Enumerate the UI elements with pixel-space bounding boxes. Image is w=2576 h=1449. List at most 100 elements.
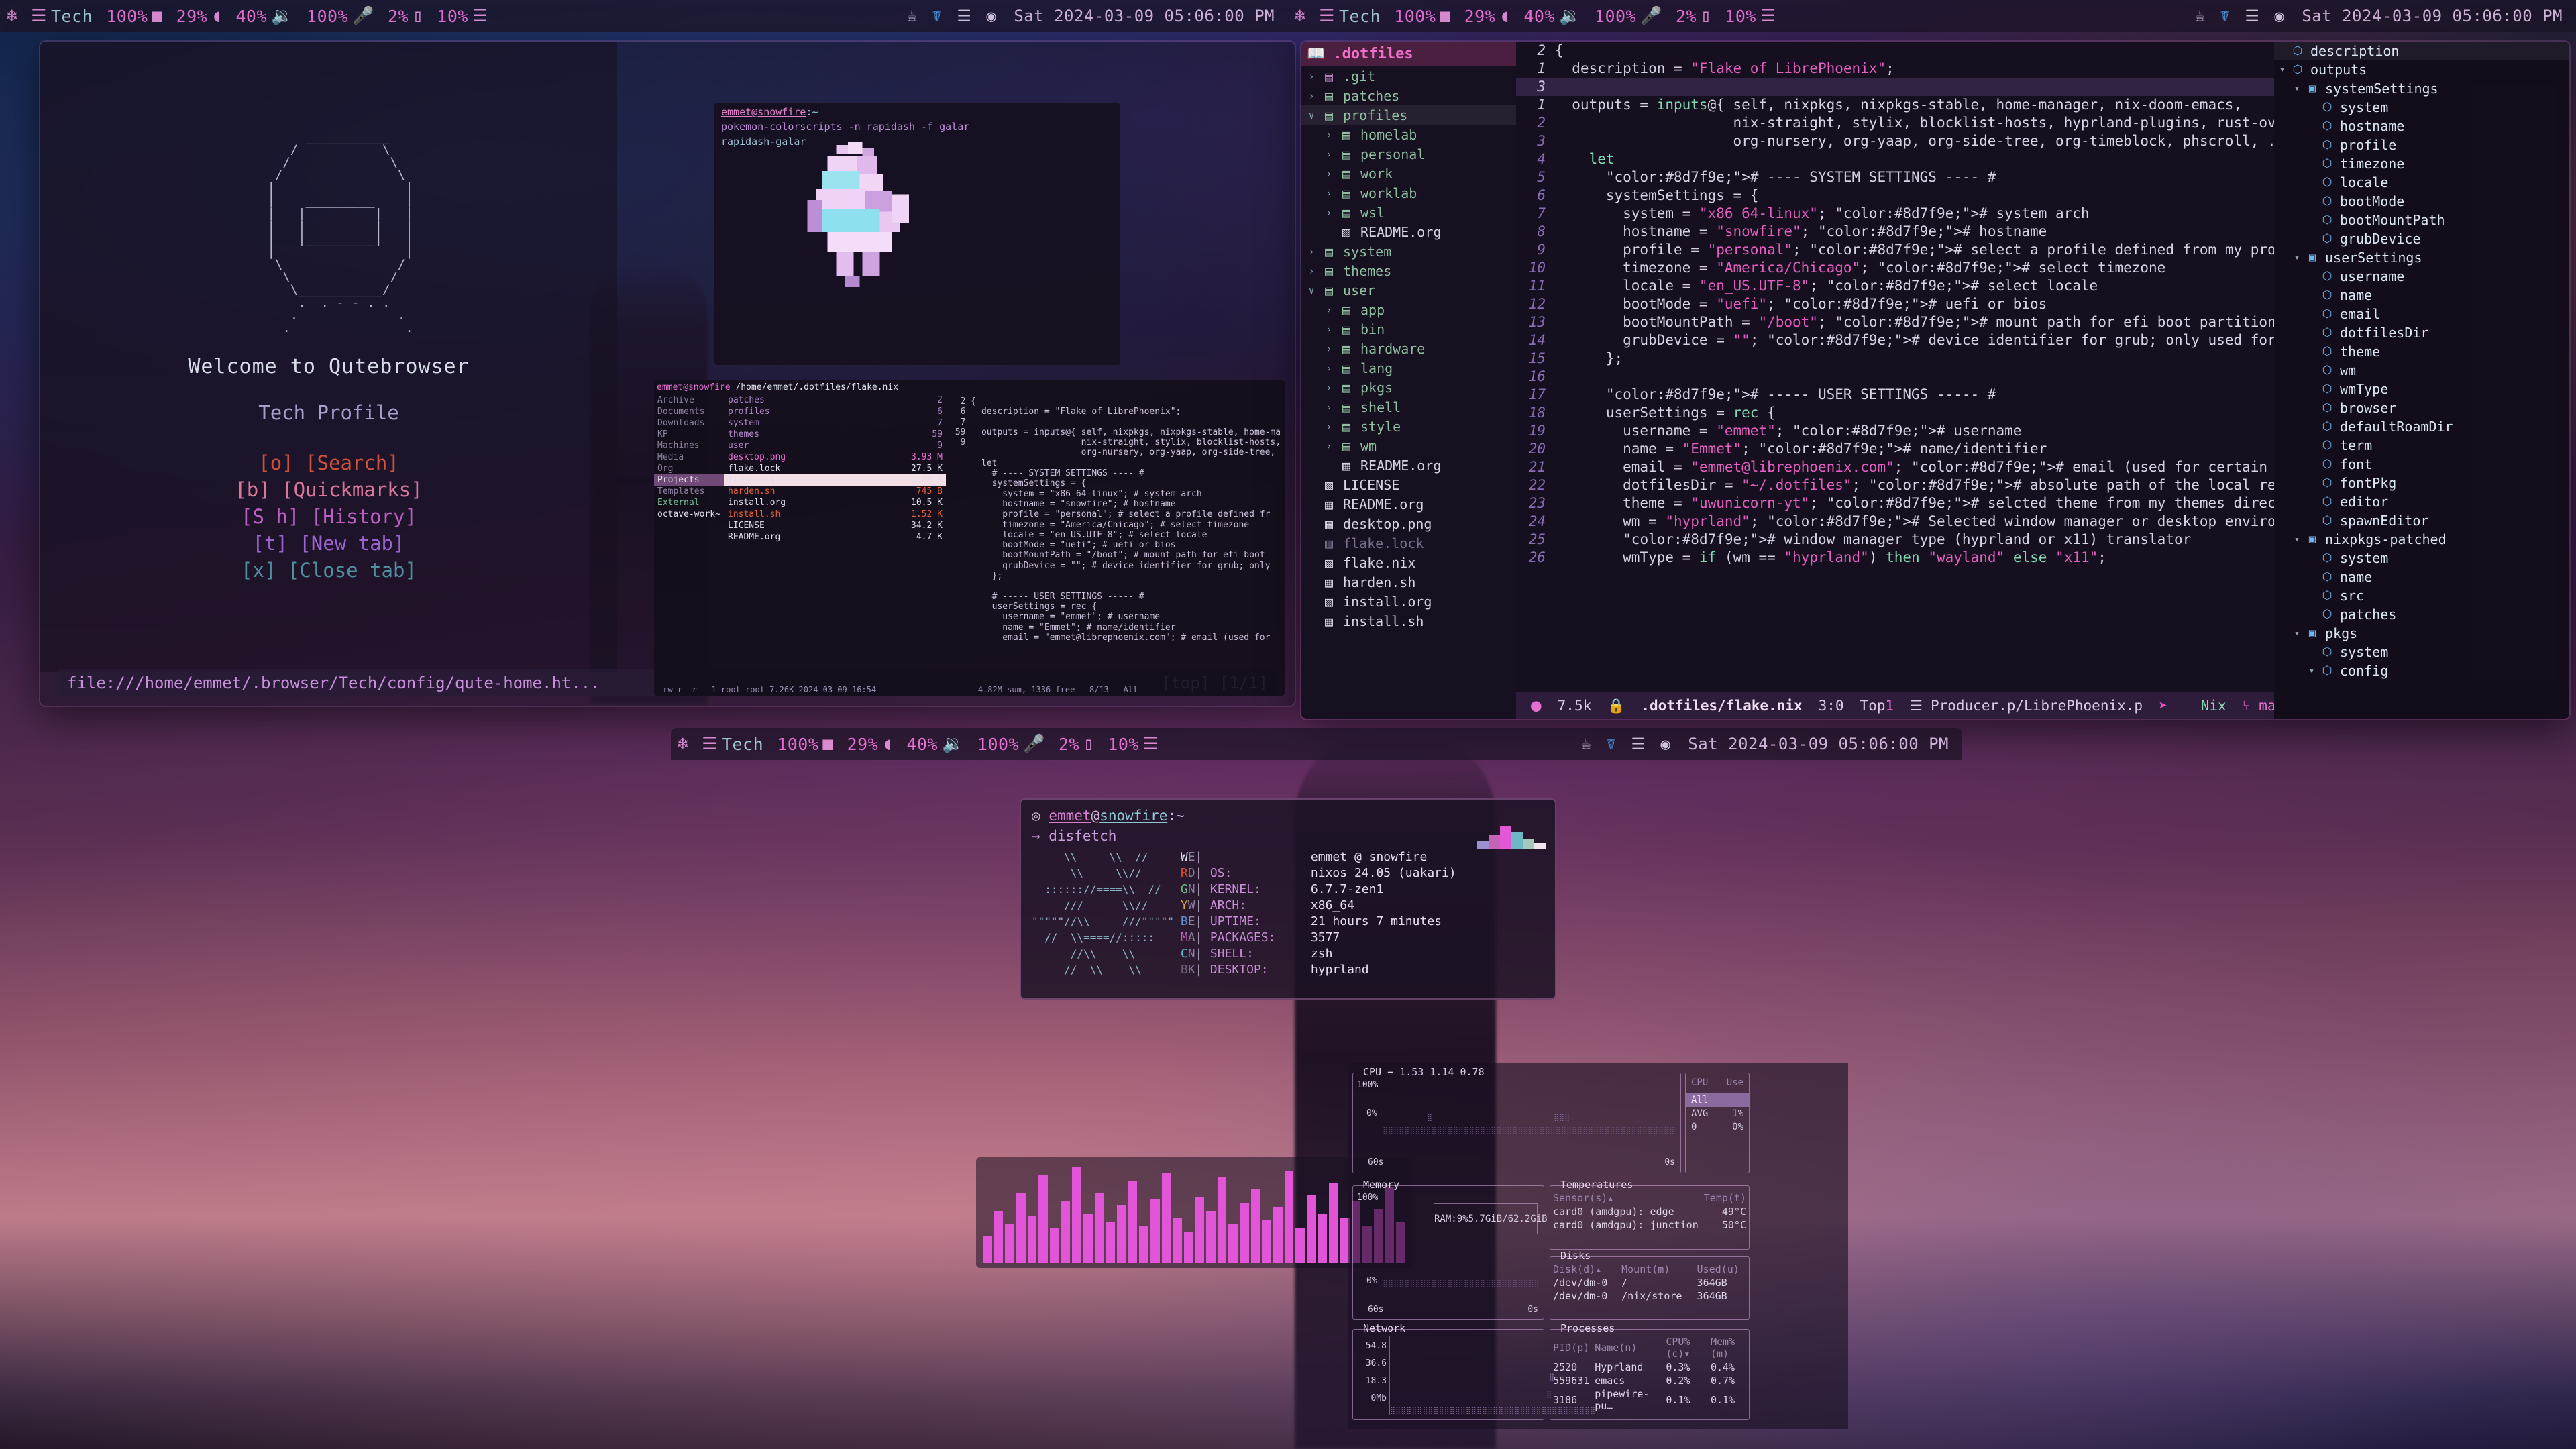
nvim-tree-item[interactable]: › ▤ .git xyxy=(1301,66,1516,86)
neovim-window[interactable]: 📖 .dotfiles › ▤ .git › ▤ patches ∨ ▤ profiles › ▤ h… xyxy=(1301,42,2569,719)
nvim-outline-item[interactable]: ▾ ▣ systemSettings xyxy=(2274,79,2569,98)
nixos-logo-3[interactable]: ❄ xyxy=(671,735,695,753)
nvim-tree-item[interactable]: › ▤ worklab xyxy=(1301,183,1516,203)
system-tray-2[interactable]: ☕ ☤ ☰ ◉ xyxy=(2195,7,2284,25)
nvim-outline-item[interactable]: ⬡ patches xyxy=(2274,605,2569,624)
nvim-outline-item[interactable]: ⬡ wmType xyxy=(2274,380,2569,398)
nvim-outline-item[interactable]: ⬡ term xyxy=(2274,436,2569,455)
nvim-file-tree[interactable]: 📖 .dotfiles › ▤ .git › ▤ patches ∨ ▤ profiles › ▤ h… xyxy=(1301,42,1516,719)
ranger-parent-column[interactable]: Archive Documents Downloads KP Machines Media… xyxy=(654,394,724,645)
brightness-widget-3[interactable]: 29% ◖ xyxy=(841,735,900,754)
ranger-parent-item[interactable]: Machines xyxy=(654,440,724,451)
nvim-tree-item[interactable]: › ▤ app xyxy=(1301,300,1516,319)
nvim-editor-area[interactable]: 2{1 description = "Flake of LibrePhoenix… xyxy=(1516,42,2274,719)
ranger-file-item[interactable]: flake.lock 27.5 K xyxy=(724,463,946,474)
nvim-tree-item[interactable]: ▧ LICENSE xyxy=(1301,475,1516,494)
nvim-outline-item[interactable]: ⬡ name xyxy=(2274,568,2569,586)
volume-widget-3[interactable]: 40% 🔉 xyxy=(900,735,971,754)
wifi-icon[interactable]: ☰ xyxy=(957,7,971,25)
nvim-tree-item[interactable]: › ▤ hardware xyxy=(1301,339,1516,358)
nvim-tree-item[interactable]: › ▤ work xyxy=(1301,164,1516,183)
nvim-code-buffer[interactable]: 2{1 description = "Flake of LibrePhoenix… xyxy=(1516,42,2274,567)
nvim-tree-item[interactable]: › ▤ lang xyxy=(1301,358,1516,378)
nvim-tree-item[interactable]: ▥ flake.lock xyxy=(1301,533,1516,553)
nvim-outline-item[interactable]: ⬡ email xyxy=(2274,305,2569,323)
nvim-outline-item[interactable]: ⬡ system xyxy=(2274,549,2569,568)
terminal-window[interactable]: ❄ ☰ Tech 100% ■ 29% ◖ 40% 🔉 100% 🎤 2% ▯ … xyxy=(671,728,1962,1449)
qute-link-2[interactable]: [S h] [History] xyxy=(235,503,422,530)
nvim-outline-item[interactable]: ⬡ name xyxy=(2274,286,2569,305)
table-row[interactable]: 559631 emacs 0.2% 0.7% xyxy=(1550,1374,1749,1387)
ranger-parent-item[interactable]: Media xyxy=(654,451,724,463)
ranger-file-item[interactable]: system 7 xyxy=(724,417,946,429)
nvim-outline-item[interactable]: ▾ ▣ pkgs xyxy=(2274,624,2569,643)
nvim-tree-item[interactable]: ∨ ▤ profiles xyxy=(1301,105,1516,125)
proc-col-mem[interactable]: Mem%(m) xyxy=(1708,1335,1749,1360)
table-row[interactable]: 2520 Hyprland 0.3% 0.4% xyxy=(1550,1360,1749,1374)
nvim-tree-item[interactable]: ▧ install.sh xyxy=(1301,611,1516,631)
nvim-outline-item[interactable]: ⬡ timezone xyxy=(2274,154,2569,173)
nvim-tree-item[interactable]: ▧ flake.nix xyxy=(1301,553,1516,572)
nvim-outline-item[interactable]: ⬡ bootMountPath xyxy=(2274,211,2569,229)
disc-icon[interactable]: ◉ xyxy=(1660,735,1670,753)
nvim-outline-item[interactable]: ⬡ dotfilesDir xyxy=(2274,323,2569,342)
memory-widget-3[interactable]: 2% ▯ xyxy=(1052,735,1101,754)
cpu-widget[interactable]: 10% ☰ xyxy=(430,7,494,26)
qute-link-4[interactable]: [x] [Close tab] xyxy=(235,557,422,584)
qute-link-3[interactable]: [t] [New tab] xyxy=(235,530,422,557)
ranger-current-column[interactable]: patches 2 profiles 6 system 7 themes 59 user 9 des… xyxy=(724,394,946,645)
nvim-outline-item[interactable]: ⬡ src xyxy=(2274,586,2569,605)
table-row[interactable]: /dev/dm-0/nix/store 364GB xyxy=(1550,1289,1749,1303)
nvim-outline-item[interactable]: ⬡ system xyxy=(2274,643,2569,661)
nvim-tree-item[interactable]: › ▤ patches xyxy=(1301,86,1516,105)
battery-widget[interactable]: 100% ■ xyxy=(99,7,169,26)
nvim-outline-item[interactable]: ▾ ▣ userSettings xyxy=(2274,248,2569,267)
nvim-tree-item[interactable]: › ▤ themes xyxy=(1301,261,1516,280)
ranger-file-item[interactable]: README.org 4.7 K xyxy=(724,531,946,543)
btop-cpu-row[interactable]: All xyxy=(1686,1093,1749,1107)
nvim-tree-item[interactable]: ▧ harden.sh xyxy=(1301,572,1516,592)
cpu-widget-3[interactable]: 10% ☰ xyxy=(1101,735,1165,754)
nvim-outline-item[interactable]: ⬡ fontPkg xyxy=(2274,474,2569,492)
bluetooth-icon[interactable]: ☤ xyxy=(932,7,942,25)
nvim-tree-item[interactable]: › ▤ system xyxy=(1301,241,1516,261)
ranger-parent-item[interactable]: Projects xyxy=(654,474,724,486)
disk-col-used[interactable]: Used(u) xyxy=(1695,1263,1749,1276)
wifi-icon[interactable]: ☰ xyxy=(1631,735,1646,753)
ranger-parent-item[interactable]: Documents xyxy=(654,406,724,417)
ranger-file-item[interactable]: LICENSE 34.2 K xyxy=(724,520,946,531)
qute-link-1[interactable]: [b] [Quickmarks] xyxy=(235,476,422,503)
nvim-tree-item[interactable]: › ▤ personal xyxy=(1301,144,1516,164)
table-row[interactable]: 3186 pipewire-pu… 0.1% 0.1% xyxy=(1550,1387,1749,1413)
nvim-tree-item[interactable]: › ▤ homelab xyxy=(1301,125,1516,144)
coffee-disabled-icon[interactable]: ☕ xyxy=(907,7,917,25)
nvim-tree-item[interactable]: ▧ README.org xyxy=(1301,455,1516,475)
ranger-file-item[interactable]: themes 59 xyxy=(724,429,946,440)
nvim-tree-item[interactable]: › ▤ shell xyxy=(1301,397,1516,417)
nvim-outline-item[interactable]: ⬡ system xyxy=(2274,98,2569,117)
ranger-file-item[interactable]: harden.sh 745 B xyxy=(724,486,946,497)
nvim-outline-item[interactable]: ⬡ wm xyxy=(2274,361,2569,380)
nvim-outline-item[interactable]: ⬡ editor xyxy=(2274,492,2569,511)
nvim-outline-item[interactable]: ⬡ profile xyxy=(2274,136,2569,154)
ranger-file-item[interactable]: patches 2 xyxy=(724,394,946,406)
cpu-widget-2[interactable]: 10% ☰ xyxy=(1718,7,1782,26)
nvim-outline-item[interactable]: ⬡ bootMode xyxy=(2274,192,2569,211)
nvim-outline-item[interactable]: ⬡ browser xyxy=(2274,398,2569,417)
ranger-file-item[interactable]: flake.nix 7.28 K xyxy=(724,474,946,486)
workspace-indicator[interactable]: ☰ Tech xyxy=(24,7,99,26)
system-tray-3[interactable]: ☕ ☤ ☰ ◉ xyxy=(1581,735,1670,753)
nixos-logo-2[interactable]: ❄ xyxy=(1288,7,1312,25)
ranger-file-item[interactable]: desktop.png 3.93 M xyxy=(724,451,946,463)
nvim-outline-item[interactable]: ▾ ⬡ outputs xyxy=(2274,60,2569,79)
nvim-tree-item[interactable]: ▧ README.org xyxy=(1301,494,1516,514)
btop-cpu-row[interactable]: 0 0% xyxy=(1686,1120,1749,1134)
coffee-disabled-icon[interactable]: ☕ xyxy=(1581,735,1591,753)
wifi-icon[interactable]: ☰ xyxy=(2245,7,2259,25)
qutebrowser-window[interactable]: ___________ / \ / \ / \ | | | _________ … xyxy=(40,42,1295,706)
proc-col-pid[interactable]: PID(p) xyxy=(1550,1335,1592,1360)
proc-col-name[interactable]: Name(n) xyxy=(1592,1335,1663,1360)
ranger-parent-item[interactable]: Archive xyxy=(654,394,724,406)
disc-icon[interactable]: ◉ xyxy=(986,7,996,25)
system-tray[interactable]: ☕ ☤ ☰ ◉ xyxy=(907,7,996,25)
